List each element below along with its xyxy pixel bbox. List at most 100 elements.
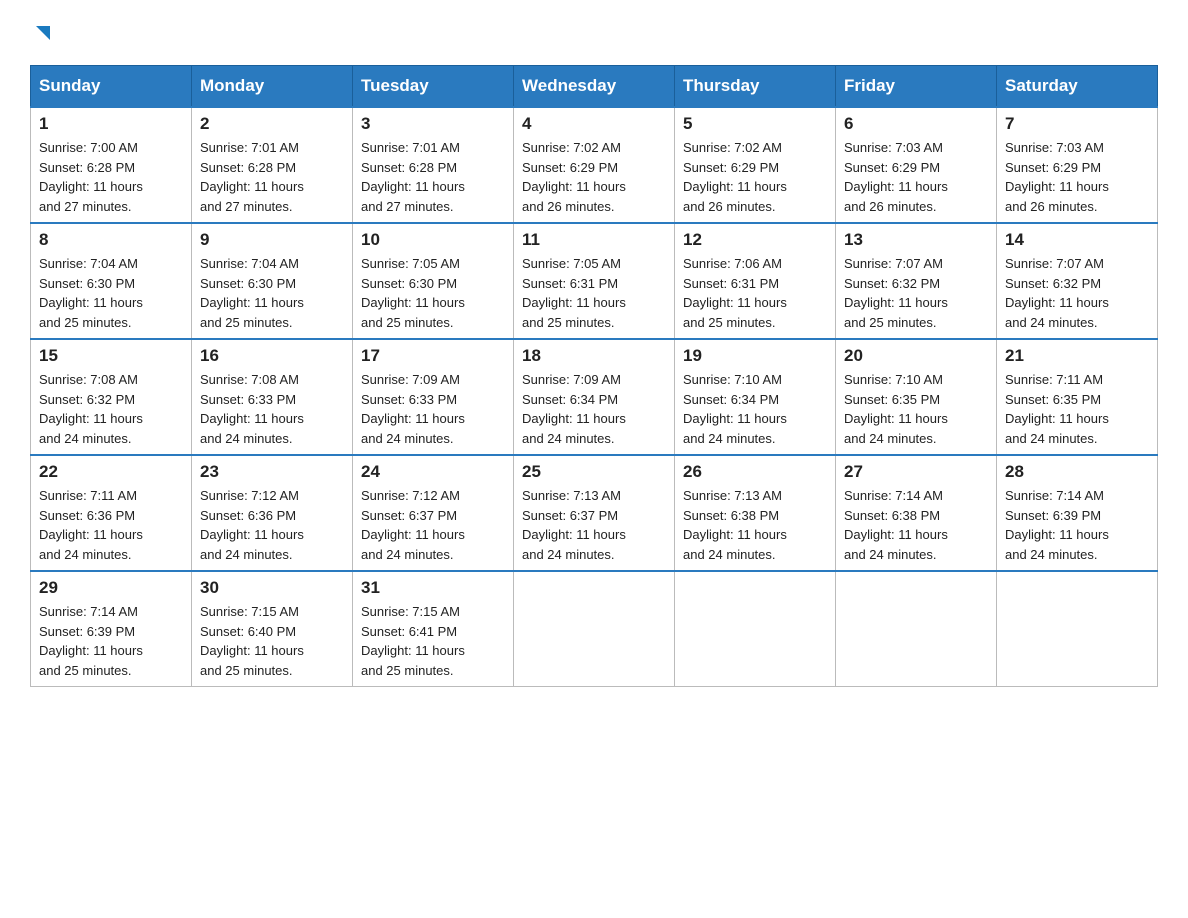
day-info: Sunrise: 7:07 AM Sunset: 6:32 PM Dayligh…	[1005, 254, 1149, 332]
day-number: 6	[844, 114, 988, 134]
calendar-cell: 5 Sunrise: 7:02 AM Sunset: 6:29 PM Dayli…	[675, 107, 836, 223]
calendar-cell: 3 Sunrise: 7:01 AM Sunset: 6:28 PM Dayli…	[353, 107, 514, 223]
day-number: 24	[361, 462, 505, 482]
day-info: Sunrise: 7:09 AM Sunset: 6:34 PM Dayligh…	[522, 370, 666, 448]
calendar-cell: 25 Sunrise: 7:13 AM Sunset: 6:37 PM Dayl…	[514, 455, 675, 571]
calendar-cell: 14 Sunrise: 7:07 AM Sunset: 6:32 PM Dayl…	[997, 223, 1158, 339]
calendar-cell: 8 Sunrise: 7:04 AM Sunset: 6:30 PM Dayli…	[31, 223, 192, 339]
day-number: 23	[200, 462, 344, 482]
header-thursday: Thursday	[675, 66, 836, 108]
calendar-cell	[675, 571, 836, 687]
day-number: 15	[39, 346, 183, 366]
calendar-cell: 17 Sunrise: 7:09 AM Sunset: 6:33 PM Dayl…	[353, 339, 514, 455]
week-row-1: 1 Sunrise: 7:00 AM Sunset: 6:28 PM Dayli…	[31, 107, 1158, 223]
calendar-cell: 13 Sunrise: 7:07 AM Sunset: 6:32 PM Dayl…	[836, 223, 997, 339]
day-info: Sunrise: 7:12 AM Sunset: 6:36 PM Dayligh…	[200, 486, 344, 564]
day-number: 26	[683, 462, 827, 482]
calendar-cell: 19 Sunrise: 7:10 AM Sunset: 6:34 PM Dayl…	[675, 339, 836, 455]
day-info: Sunrise: 7:10 AM Sunset: 6:34 PM Dayligh…	[683, 370, 827, 448]
calendar-cell: 6 Sunrise: 7:03 AM Sunset: 6:29 PM Dayli…	[836, 107, 997, 223]
day-info: Sunrise: 7:08 AM Sunset: 6:33 PM Dayligh…	[200, 370, 344, 448]
day-info: Sunrise: 7:14 AM Sunset: 6:39 PM Dayligh…	[39, 602, 183, 680]
day-info: Sunrise: 7:07 AM Sunset: 6:32 PM Dayligh…	[844, 254, 988, 332]
day-number: 22	[39, 462, 183, 482]
day-info: Sunrise: 7:03 AM Sunset: 6:29 PM Dayligh…	[1005, 138, 1149, 216]
calendar-cell: 9 Sunrise: 7:04 AM Sunset: 6:30 PM Dayli…	[192, 223, 353, 339]
day-number: 3	[361, 114, 505, 134]
calendar-cell: 24 Sunrise: 7:12 AM Sunset: 6:37 PM Dayl…	[353, 455, 514, 571]
day-number: 12	[683, 230, 827, 250]
calendar-cell: 28 Sunrise: 7:14 AM Sunset: 6:39 PM Dayl…	[997, 455, 1158, 571]
day-number: 30	[200, 578, 344, 598]
day-number: 18	[522, 346, 666, 366]
day-info: Sunrise: 7:02 AM Sunset: 6:29 PM Dayligh…	[522, 138, 666, 216]
day-info: Sunrise: 7:10 AM Sunset: 6:35 PM Dayligh…	[844, 370, 988, 448]
header-sunday: Sunday	[31, 66, 192, 108]
day-info: Sunrise: 7:12 AM Sunset: 6:37 PM Dayligh…	[361, 486, 505, 564]
day-info: Sunrise: 7:11 AM Sunset: 6:36 PM Dayligh…	[39, 486, 183, 564]
day-info: Sunrise: 7:00 AM Sunset: 6:28 PM Dayligh…	[39, 138, 183, 216]
day-info: Sunrise: 7:03 AM Sunset: 6:29 PM Dayligh…	[844, 138, 988, 216]
day-info: Sunrise: 7:15 AM Sunset: 6:40 PM Dayligh…	[200, 602, 344, 680]
day-info: Sunrise: 7:04 AM Sunset: 6:30 PM Dayligh…	[200, 254, 344, 332]
day-info: Sunrise: 7:13 AM Sunset: 6:37 PM Dayligh…	[522, 486, 666, 564]
calendar-cell: 10 Sunrise: 7:05 AM Sunset: 6:30 PM Dayl…	[353, 223, 514, 339]
calendar-cell: 7 Sunrise: 7:03 AM Sunset: 6:29 PM Dayli…	[997, 107, 1158, 223]
header-tuesday: Tuesday	[353, 66, 514, 108]
logo	[30, 20, 54, 47]
header-saturday: Saturday	[997, 66, 1158, 108]
day-info: Sunrise: 7:05 AM Sunset: 6:31 PM Dayligh…	[522, 254, 666, 332]
calendar-cell: 16 Sunrise: 7:08 AM Sunset: 6:33 PM Dayl…	[192, 339, 353, 455]
day-info: Sunrise: 7:04 AM Sunset: 6:30 PM Dayligh…	[39, 254, 183, 332]
day-number: 7	[1005, 114, 1149, 134]
day-number: 20	[844, 346, 988, 366]
day-info: Sunrise: 7:14 AM Sunset: 6:38 PM Dayligh…	[844, 486, 988, 564]
day-number: 28	[1005, 462, 1149, 482]
calendar-cell: 23 Sunrise: 7:12 AM Sunset: 6:36 PM Dayl…	[192, 455, 353, 571]
calendar-cell: 4 Sunrise: 7:02 AM Sunset: 6:29 PM Dayli…	[514, 107, 675, 223]
day-number: 8	[39, 230, 183, 250]
calendar-cell: 26 Sunrise: 7:13 AM Sunset: 6:38 PM Dayl…	[675, 455, 836, 571]
calendar-cell: 27 Sunrise: 7:14 AM Sunset: 6:38 PM Dayl…	[836, 455, 997, 571]
logo-arrow-icon	[32, 22, 54, 49]
calendar-cell: 29 Sunrise: 7:14 AM Sunset: 6:39 PM Dayl…	[31, 571, 192, 687]
day-number: 14	[1005, 230, 1149, 250]
day-number: 9	[200, 230, 344, 250]
day-number: 13	[844, 230, 988, 250]
day-number: 4	[522, 114, 666, 134]
day-number: 29	[39, 578, 183, 598]
day-number: 5	[683, 114, 827, 134]
header-monday: Monday	[192, 66, 353, 108]
day-number: 21	[1005, 346, 1149, 366]
calendar-cell: 31 Sunrise: 7:15 AM Sunset: 6:41 PM Dayl…	[353, 571, 514, 687]
calendar-cell: 2 Sunrise: 7:01 AM Sunset: 6:28 PM Dayli…	[192, 107, 353, 223]
day-info: Sunrise: 7:08 AM Sunset: 6:32 PM Dayligh…	[39, 370, 183, 448]
week-row-3: 15 Sunrise: 7:08 AM Sunset: 6:32 PM Dayl…	[31, 339, 1158, 455]
day-info: Sunrise: 7:06 AM Sunset: 6:31 PM Dayligh…	[683, 254, 827, 332]
day-info: Sunrise: 7:01 AM Sunset: 6:28 PM Dayligh…	[361, 138, 505, 216]
calendar-cell	[514, 571, 675, 687]
day-info: Sunrise: 7:05 AM Sunset: 6:30 PM Dayligh…	[361, 254, 505, 332]
calendar-cell	[836, 571, 997, 687]
calendar-table: SundayMondayTuesdayWednesdayThursdayFrid…	[30, 65, 1158, 687]
day-info: Sunrise: 7:14 AM Sunset: 6:39 PM Dayligh…	[1005, 486, 1149, 564]
calendar-cell	[997, 571, 1158, 687]
day-info: Sunrise: 7:09 AM Sunset: 6:33 PM Dayligh…	[361, 370, 505, 448]
calendar-cell: 21 Sunrise: 7:11 AM Sunset: 6:35 PM Dayl…	[997, 339, 1158, 455]
day-info: Sunrise: 7:02 AM Sunset: 6:29 PM Dayligh…	[683, 138, 827, 216]
calendar-cell: 12 Sunrise: 7:06 AM Sunset: 6:31 PM Dayl…	[675, 223, 836, 339]
calendar-cell: 11 Sunrise: 7:05 AM Sunset: 6:31 PM Dayl…	[514, 223, 675, 339]
day-number: 17	[361, 346, 505, 366]
calendar-header-row: SundayMondayTuesdayWednesdayThursdayFrid…	[31, 66, 1158, 108]
calendar-cell: 15 Sunrise: 7:08 AM Sunset: 6:32 PM Dayl…	[31, 339, 192, 455]
day-number: 25	[522, 462, 666, 482]
day-number: 16	[200, 346, 344, 366]
calendar-cell: 22 Sunrise: 7:11 AM Sunset: 6:36 PM Dayl…	[31, 455, 192, 571]
day-number: 27	[844, 462, 988, 482]
day-number: 10	[361, 230, 505, 250]
day-info: Sunrise: 7:01 AM Sunset: 6:28 PM Dayligh…	[200, 138, 344, 216]
header-wednesday: Wednesday	[514, 66, 675, 108]
page-header	[30, 20, 1158, 47]
calendar-cell: 18 Sunrise: 7:09 AM Sunset: 6:34 PM Dayl…	[514, 339, 675, 455]
calendar-cell: 20 Sunrise: 7:10 AM Sunset: 6:35 PM Dayl…	[836, 339, 997, 455]
